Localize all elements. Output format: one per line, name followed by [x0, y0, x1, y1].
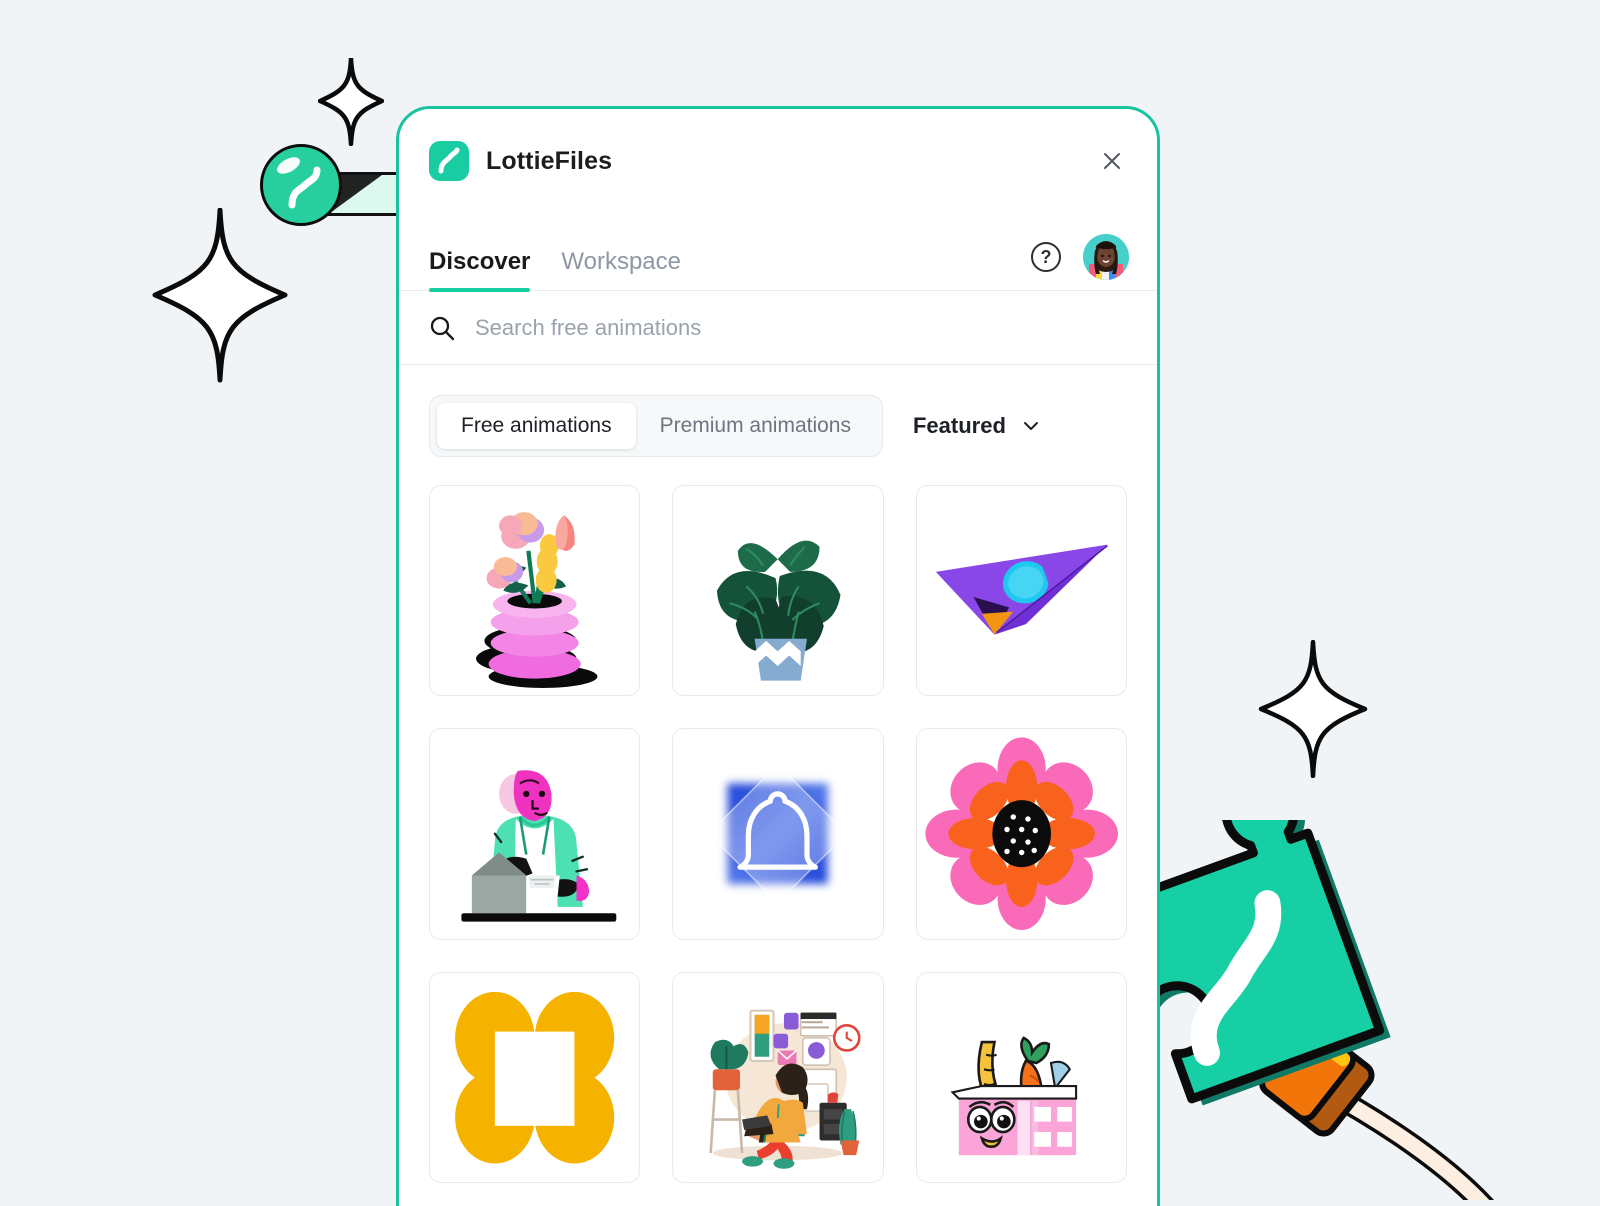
segment-free-animations[interactable]: Free animations — [437, 403, 636, 449]
animation-card-work-from-home[interactable] — [672, 971, 884, 1183]
filter-bar: Free animations Premium animations Featu… — [399, 365, 1157, 457]
animation-card-potted-plant[interactable] — [672, 485, 884, 697]
tab-bar: Discover Workspace ? — [399, 213, 1157, 292]
lottiefiles-wave-logo-ball — [260, 144, 342, 226]
connector-bar-shadow — [330, 175, 382, 213]
chevron-down-icon — [1023, 422, 1038, 430]
lottiefiles-wave-icon — [288, 166, 321, 209]
sort-dropdown[interactable]: Featured — [909, 405, 1046, 447]
tab-workspace[interactable]: Workspace — [561, 248, 681, 290]
animation-card-flower-pot[interactable] — [429, 485, 641, 697]
animation-card-notification-bell[interactable] — [672, 728, 884, 940]
sparkle-icon — [152, 208, 288, 383]
animation-card-unboxing-person[interactable] — [429, 728, 641, 940]
animation-type-toggle: Free animations Premium animations — [429, 395, 883, 457]
animation-card-grocery-box[interactable] — [915, 971, 1127, 1183]
tab-discover[interactable]: Discover — [429, 248, 531, 292]
lottiefiles-plugin-window: LottieFiles Discover Workspace ? Search … — [396, 106, 1160, 1206]
window-titlebar: LottieFiles — [399, 109, 1157, 213]
search-input[interactable] — [473, 313, 1127, 342]
search-icon — [430, 316, 455, 340]
sparkle-icon — [1258, 640, 1368, 778]
search-bar — [399, 291, 1157, 365]
close-icon[interactable] — [1095, 144, 1129, 178]
lottiefiles-logo-icon — [429, 141, 469, 181]
animation-grid — [399, 457, 1157, 1183]
animation-card-yellow-clover[interactable] — [429, 971, 641, 1183]
screen: LottieFiles Discover Workspace ? Search … — [0, 0, 1600, 1206]
question-mark-icon[interactable]: ? — [1031, 242, 1061, 272]
animation-card-pink-orange-flower[interactable] — [915, 728, 1127, 940]
avatar[interactable] — [1083, 234, 1129, 280]
sort-label: Featured — [912, 413, 1006, 438]
app-name: LottieFiles — [486, 146, 613, 175]
brand: LottieFiles — [429, 141, 612, 181]
sparkle-icon — [318, 58, 384, 146]
animation-card-paper-plane[interactable] — [915, 485, 1127, 697]
segment-premium-animations[interactable]: Premium animations — [636, 403, 875, 449]
